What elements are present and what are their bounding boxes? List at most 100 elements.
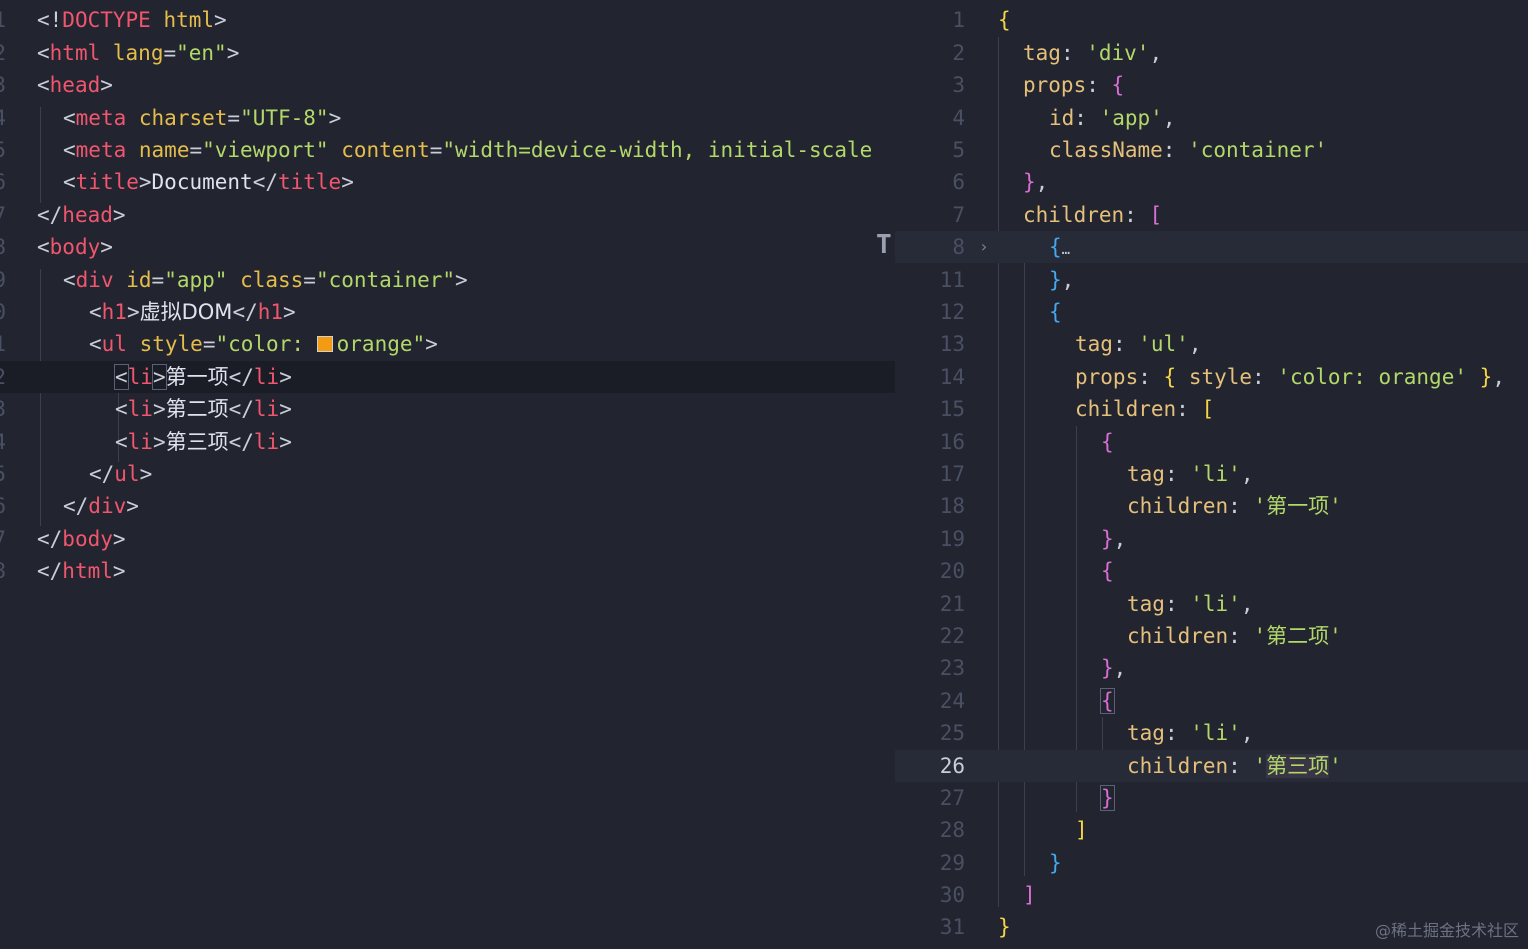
line-number: 21 xyxy=(939,592,965,616)
code-line: 7 children: [ xyxy=(895,199,1528,231)
code-line: 18 </html> xyxy=(0,555,895,587)
watermark: @稀土掘金技术社区 xyxy=(1374,921,1519,940)
line-number: 14 xyxy=(939,365,965,389)
line-number: 29 xyxy=(939,851,965,875)
line-number: 8 xyxy=(0,231,6,263)
line-number: 26 xyxy=(939,754,965,778)
code-line: 11 <ul style="color: orange"> xyxy=(0,328,895,360)
code-line: 28 ] xyxy=(895,814,1528,846)
line-number: 12 xyxy=(0,361,6,393)
code-line: 8 <body> xyxy=(0,231,895,263)
chevron-right-icon[interactable]: › xyxy=(979,231,989,263)
code-line: 15 </ul> xyxy=(0,458,895,490)
code-line: 14 props: { style: 'color: orange' }, xyxy=(895,361,1528,393)
code-line: 12 { xyxy=(895,296,1528,328)
code-line: 17 </body> xyxy=(0,523,895,555)
code-line: 27 } xyxy=(895,782,1528,814)
line-number: 2 xyxy=(952,41,965,65)
line-number: 15 xyxy=(0,458,6,490)
code-line: 22 children: '第二项' xyxy=(895,620,1528,652)
code-line: 1 <!DOCTYPE html> xyxy=(0,4,895,36)
line-number: 23 xyxy=(939,656,965,680)
line-number: 18 xyxy=(0,555,6,587)
code-line: 3 <head> xyxy=(0,69,895,101)
line-number: 24 xyxy=(939,689,965,713)
line-number: 8 xyxy=(952,235,965,259)
line-number: 1 xyxy=(952,8,965,32)
code-line: 23 }, xyxy=(895,652,1528,684)
code-line: 2 <html lang="en"> xyxy=(0,37,895,69)
color-swatch[interactable] xyxy=(316,336,333,352)
code-line: 30 ] xyxy=(895,879,1528,911)
code-line: 5 className: 'container' xyxy=(895,134,1528,166)
line-number: 7 xyxy=(952,203,965,227)
line-number: 13 xyxy=(0,393,6,425)
line-number: 13 xyxy=(939,332,965,356)
line-number: 31 xyxy=(939,915,965,939)
code-line: 6 }, xyxy=(895,166,1528,198)
code-line: 21 tag: 'li', xyxy=(895,588,1528,620)
line-number: 20 xyxy=(939,559,965,583)
line-number: 6 xyxy=(952,170,965,194)
fold-placeholder[interactable]: … xyxy=(1062,242,1070,258)
code-line: 10 <h1>虚拟DOM</h1> xyxy=(0,296,895,328)
line-number: 16 xyxy=(0,490,6,522)
line-number: 14 xyxy=(0,426,6,458)
code-line: 25 tag: 'li', xyxy=(895,717,1528,749)
line-number: 30 xyxy=(939,883,965,907)
line-number: 15 xyxy=(939,397,965,421)
line-number: 3 xyxy=(0,69,6,101)
line-number: 1 xyxy=(0,4,6,36)
code-line: 7 </head> xyxy=(0,199,895,231)
line-number: 27 xyxy=(939,786,965,810)
code-line: 13 <li>第二项</li> xyxy=(0,393,895,425)
code-line: 15 children: [ xyxy=(895,393,1528,425)
code-line-current: 26 children: '第三项' xyxy=(895,750,1528,782)
text-cursor-icon: T xyxy=(876,230,892,260)
code-line: 11 }, xyxy=(895,264,1528,296)
line-number: 12 xyxy=(939,300,965,324)
code-line: 1 { xyxy=(895,4,1528,36)
line-number: 6 xyxy=(0,166,6,198)
code-line: 13 tag: 'ul', xyxy=(895,328,1528,360)
code-line: 16 { xyxy=(895,426,1528,458)
folded-code-line[interactable]: 8 › {… xyxy=(895,231,1528,263)
line-number: 17 xyxy=(939,462,965,486)
code-line: 4 id: 'app', xyxy=(895,102,1528,134)
code-line: 5 <meta name="viewport" content="width=d… xyxy=(0,134,895,166)
line-number: 4 xyxy=(0,102,6,134)
line-number: 25 xyxy=(939,721,965,745)
line-number: 17 xyxy=(0,523,6,555)
code-line: 18 children: '第一项' xyxy=(895,490,1528,522)
code-line: 19 }, xyxy=(895,523,1528,555)
code-line: 20 { xyxy=(895,555,1528,587)
vdom-editor-pane[interactable]: 1 { 2 tag: 'div', 3 props: { 4 id: 'app'… xyxy=(895,0,1528,949)
line-number: 9 xyxy=(0,264,6,296)
line-number: 4 xyxy=(952,106,965,130)
line-number: 7 xyxy=(0,199,6,231)
line-number: 3 xyxy=(952,73,965,97)
code-line: 9 <div id="app" class="container"> xyxy=(0,264,895,296)
line-number: 28 xyxy=(939,818,965,842)
code-line: 16 </div> xyxy=(0,490,895,522)
line-number: 19 xyxy=(939,527,965,551)
code-line: 4 <meta charset="UTF-8"> xyxy=(0,102,895,134)
line-number: 5 xyxy=(952,138,965,162)
code-line: 6 <title>Document</title> xyxy=(0,166,895,198)
code-line: 3 props: { xyxy=(895,69,1528,101)
line-number: 16 xyxy=(939,430,965,454)
code-line: 2 tag: 'div', xyxy=(895,37,1528,69)
line-number: 18 xyxy=(939,494,965,518)
line-number: 2 xyxy=(0,37,6,69)
line-number: 22 xyxy=(939,624,965,648)
code-line: 17 tag: 'li', xyxy=(895,458,1528,490)
code-line: 29 } xyxy=(895,847,1528,879)
line-number: 11 xyxy=(939,268,965,292)
line-number: 11 xyxy=(0,328,6,360)
line-number: 10 xyxy=(0,296,6,328)
code-line-current: 12 <li>第一项</li> xyxy=(0,361,895,393)
code-line: 14 <li>第三项</li> xyxy=(0,426,895,458)
code-line: 24 { xyxy=(895,685,1528,717)
html-editor-pane[interactable]: 1 <!DOCTYPE html> 2 <html lang="en"> 3 <… xyxy=(0,0,895,949)
line-number: 5 xyxy=(0,134,6,166)
